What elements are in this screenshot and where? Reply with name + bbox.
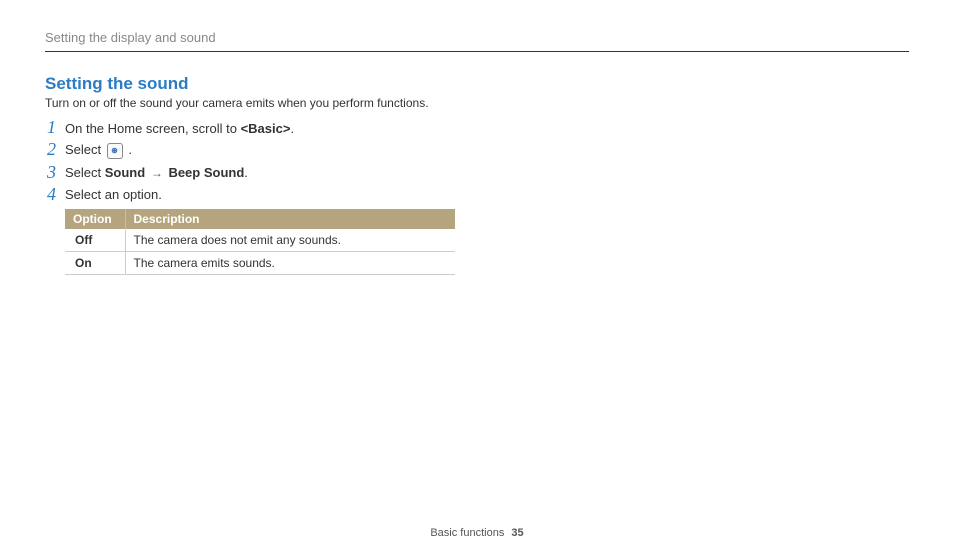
step-text: Select Sound → Beep Sound.: [65, 165, 248, 180]
text-segment: On the Home screen, scroll to: [65, 121, 241, 136]
arrow-icon: →: [151, 166, 163, 180]
step-2: 2 Select .: [47, 142, 909, 159]
text-bold: <Basic>: [241, 121, 291, 136]
options-table: Option Description Off The camera does n…: [65, 209, 455, 275]
step-text: On the Home screen, scroll to <Basic>.: [65, 121, 294, 136]
text-segment: .: [244, 165, 248, 180]
step-number: 3: [47, 163, 65, 181]
text-segment: Select: [65, 165, 105, 180]
page-footer: Basic functions 35: [0, 527, 954, 539]
text-segment: .: [290, 121, 294, 136]
text-segment: .: [128, 142, 132, 157]
step-text: Select an option.: [65, 187, 162, 202]
column-header-description: Description: [125, 209, 455, 229]
option-description-cell: The camera does not emit any sounds.: [125, 229, 455, 252]
option-name-cell: Off: [65, 229, 125, 252]
text-bold: Beep Sound: [168, 165, 244, 180]
table-row: On The camera emits sounds.: [65, 251, 455, 274]
footer-section: Basic functions: [430, 527, 504, 539]
step-number: 4: [47, 185, 65, 203]
section-title: Setting the sound: [45, 74, 909, 94]
text-bold: Sound: [105, 165, 145, 180]
step-number: 2: [47, 140, 65, 158]
step-3: 3 Select Sound → Beep Sound.: [47, 165, 909, 181]
step-list: 1 On the Home screen, scroll to <Basic>.…: [45, 120, 909, 203]
page-number: 35: [511, 527, 523, 539]
option-description-cell: The camera emits sounds.: [125, 251, 455, 274]
document-page: Setting the display and sound Setting th…: [0, 0, 954, 275]
section-description: Turn on or off the sound your camera emi…: [45, 96, 909, 110]
table-header-row: Option Description: [65, 209, 455, 229]
table-row: Off The camera does not emit any sounds.: [65, 229, 455, 252]
step-4: 4 Select an option.: [47, 187, 909, 203]
column-header-option: Option: [65, 209, 125, 229]
step-text: Select .: [65, 142, 132, 159]
settings-icon: [107, 143, 123, 159]
text-segment: Select: [65, 142, 105, 157]
breadcrumb: Setting the display and sound: [45, 30, 909, 52]
step-1: 1 On the Home screen, scroll to <Basic>.: [47, 120, 909, 136]
step-number: 1: [47, 118, 65, 136]
option-name-cell: On: [65, 251, 125, 274]
